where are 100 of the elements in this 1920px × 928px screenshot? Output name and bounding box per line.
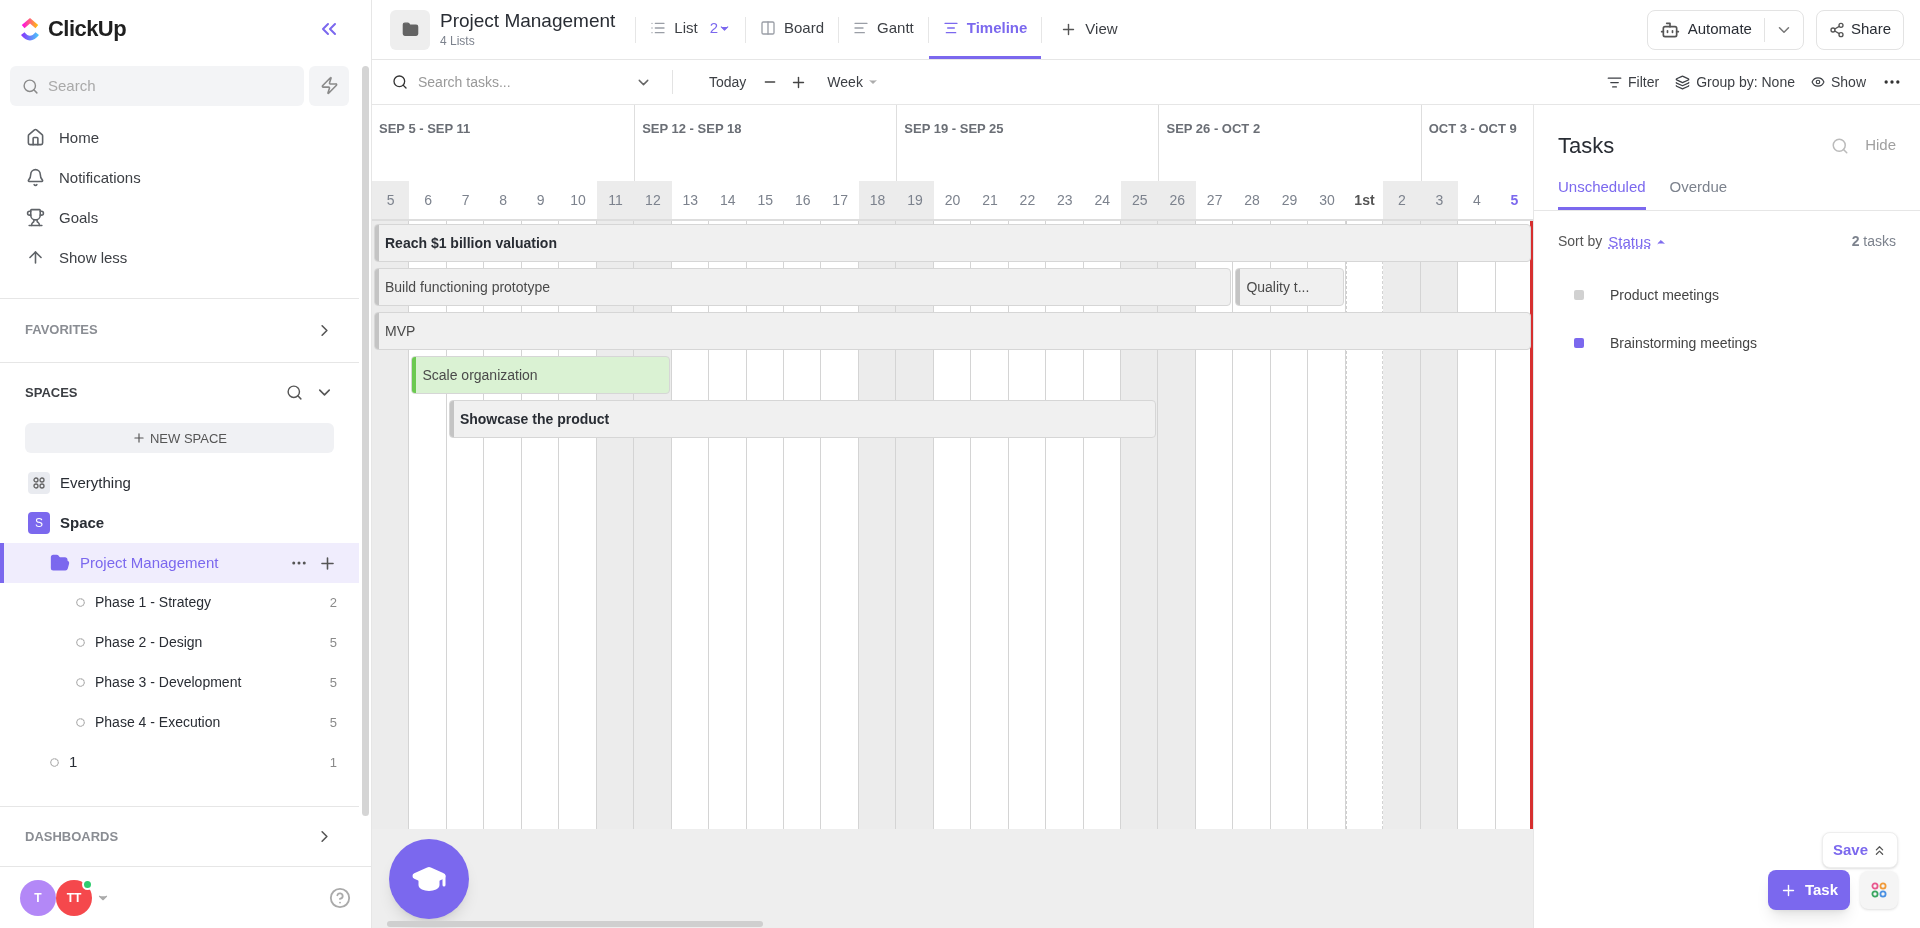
item-count: 2 xyxy=(329,594,337,613)
day-header: 2 xyxy=(1383,181,1421,219)
filter-icon xyxy=(1607,74,1622,90)
week-label: SEP 5 - SEP 11 xyxy=(379,121,471,136)
dashboards-heading: DASHBOARDS xyxy=(25,827,119,846)
task-bar-label: Quality t... xyxy=(1245,277,1311,297)
view-tab[interactable]: Timeline xyxy=(928,0,1042,59)
sidebar-tree-item[interactable]: Phase 4 - Execution 5 xyxy=(0,702,359,743)
nav-item[interactable]: Home xyxy=(0,117,359,158)
task-bar[interactable]: MVP xyxy=(374,312,1531,350)
panel-title: Tasks xyxy=(1558,132,1615,160)
task-bar-label: Scale organization xyxy=(421,365,539,385)
sidebar-tree-item[interactable]: 1 1 xyxy=(0,742,359,783)
panel-tab[interactable]: Overdue xyxy=(1669,176,1728,210)
task-bar-label: Showcase the product xyxy=(458,409,611,429)
layers-icon xyxy=(1675,74,1691,90)
user-avatar[interactable]: TT xyxy=(56,879,92,916)
list-dot-icon xyxy=(50,757,59,767)
day-header: 3 xyxy=(1420,181,1459,219)
task-bar[interactable]: Reach $1 billion valuation xyxy=(374,224,1531,262)
task-search-field[interactable]: Search tasks... xyxy=(392,67,627,97)
tree-item-label: Phase 2 - Design xyxy=(95,633,204,653)
list-dot-icon xyxy=(76,598,85,608)
tree-item-label: Space xyxy=(60,512,106,533)
sort-field-link[interactable]: Status xyxy=(1608,230,1667,253)
sidebar-tree-item[interactable]: S Space xyxy=(0,503,359,544)
day-header: 11 xyxy=(596,181,635,219)
task-bar[interactable]: Build functioning prototype xyxy=(374,268,1232,306)
favorites-heading: FAVORITES xyxy=(25,321,98,340)
tree-item-label: Phase 4 - Execution xyxy=(95,712,222,732)
task-bar[interactable]: Quality t... xyxy=(1235,268,1344,306)
group-by-button[interactable]: Group by: None xyxy=(1667,71,1803,93)
search-field[interactable]: Search xyxy=(10,65,304,106)
item-count: 5 xyxy=(329,633,337,652)
nav-item[interactable]: Show less xyxy=(0,237,359,278)
task-count: 2 tasks xyxy=(1851,232,1896,252)
item-count: 5 xyxy=(329,713,337,732)
spaces-heading: SPACES xyxy=(25,384,78,403)
save-button[interactable]: Save xyxy=(1821,832,1898,868)
day-header: 12 xyxy=(634,181,672,219)
home-icon xyxy=(26,128,45,148)
apps-icon xyxy=(1871,882,1887,898)
sidebar-tree-item[interactable]: Everything xyxy=(0,463,359,504)
bell-icon xyxy=(26,168,45,188)
sidebar-tree-item[interactable]: Phase 2 - Design 5 xyxy=(0,622,359,663)
task-bar[interactable]: Showcase the product xyxy=(448,400,1157,438)
view-tab[interactable]: Gantt xyxy=(839,0,928,59)
item-count: 5 xyxy=(329,673,337,692)
week-label: SEP 12 - SEP 18 xyxy=(642,121,742,136)
scrollbar-thumb[interactable] xyxy=(361,66,369,816)
add-view-button[interactable]: View xyxy=(1042,18,1136,41)
list-dot-icon xyxy=(76,678,85,688)
new-task-button[interactable]: Task xyxy=(1767,870,1850,910)
automate-button[interactable]: Automate xyxy=(1646,9,1804,50)
view-tab[interactable]: Board xyxy=(746,0,839,59)
filter-button[interactable]: Filter xyxy=(1599,71,1668,93)
grid-dots-icon xyxy=(28,472,50,495)
panel-tab[interactable]: Unscheduled xyxy=(1558,176,1646,210)
timeline-icon xyxy=(942,20,959,36)
task-bar-label: Build functioning prototype xyxy=(384,277,551,297)
list-icon xyxy=(650,20,667,36)
task-item[interactable]: Product meetings xyxy=(1534,271,1920,319)
lightning-icon xyxy=(319,76,339,96)
gantt-icon xyxy=(853,20,870,36)
scrollbar-thumb[interactable] xyxy=(387,921,763,927)
list-dot-icon xyxy=(76,717,85,727)
nav-item[interactable]: Goals xyxy=(0,197,359,238)
nav-item[interactable]: Notifications xyxy=(0,157,359,198)
show-button[interactable]: Show xyxy=(1802,71,1874,93)
space-avatar: S xyxy=(28,512,50,535)
task-bar-label: Reach $1 billion valuation xyxy=(384,233,558,253)
task-item[interactable]: Brainstorming meetings xyxy=(1534,319,1920,367)
sidebar-tree-item[interactable]: Phase 3 - Development 5 xyxy=(0,662,359,703)
apps-button[interactable] xyxy=(1860,871,1898,909)
sidebar-tree-item[interactable]: Project Management xyxy=(0,543,359,583)
project-subtitle: 4 Lists xyxy=(440,33,476,51)
day-header: 19 xyxy=(896,181,934,219)
week-label: OCT 3 - OCT 9 xyxy=(1428,121,1517,136)
tree-item-label: Everything xyxy=(60,473,132,494)
board-icon xyxy=(760,20,776,36)
trophy-icon xyxy=(26,208,45,228)
item-count: 1 xyxy=(329,753,337,772)
list-dot-icon xyxy=(76,638,85,648)
view-count: 2 xyxy=(709,16,731,40)
today-button[interactable]: Today xyxy=(693,71,763,93)
day-header: 5 xyxy=(372,181,410,219)
tree-item-label: Phase 1 - Strategy xyxy=(95,593,212,613)
view-tab[interactable]: List 2 xyxy=(636,0,745,59)
new-space-button[interactable]: NEW SPACE xyxy=(25,423,334,454)
sidebar-tree-item[interactable]: Phase 1 - Strategy 2 xyxy=(0,582,359,623)
project-title: Project Management xyxy=(440,8,616,33)
share-button[interactable]: Share xyxy=(1815,9,1904,50)
task-bar[interactable]: Scale organization xyxy=(411,356,670,394)
quick-action-button[interactable] xyxy=(309,65,349,106)
week-label: SEP 26 - OCT 2 xyxy=(1166,121,1261,136)
task-bar-label: MVP xyxy=(384,321,417,341)
scale-dropdown[interactable]: Week xyxy=(827,71,879,93)
search-icon[interactable] xyxy=(286,384,303,402)
tree-item-label: Project Management xyxy=(80,552,220,573)
search-icon xyxy=(392,74,408,90)
